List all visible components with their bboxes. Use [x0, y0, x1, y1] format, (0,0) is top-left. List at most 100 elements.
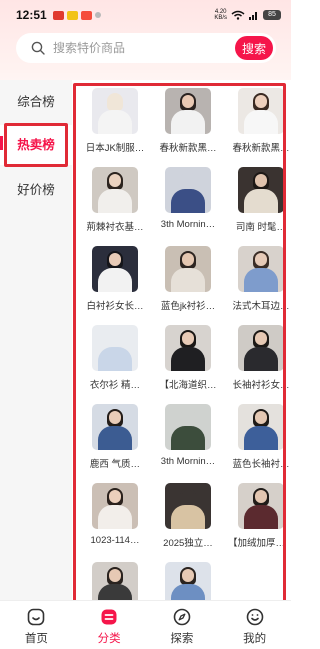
product-item[interactable]: 蓝色长袖衬…: [227, 402, 291, 481]
product-item[interactable]: 【加绒加厚】…: [227, 481, 291, 560]
model-head: [255, 95, 267, 108]
model-head: [109, 253, 121, 266]
product-item[interactable]: 春秋新款黑…: [227, 86, 291, 165]
model-head: [255, 332, 267, 345]
model-shirt: [98, 505, 132, 529]
product-title: 白衬衫女长…: [86, 301, 144, 312]
product-image: [165, 325, 211, 371]
product-title: 衣尔衫 精…: [89, 380, 141, 391]
model-head: [255, 174, 267, 187]
model-shirt: [98, 268, 132, 292]
product-image: [92, 88, 138, 134]
model-shirt: [244, 189, 278, 213]
product-title: 蓝色长袖衬…: [232, 459, 290, 470]
product-item[interactable]: 春秋新款黑…: [154, 86, 222, 165]
product-title: 春秋新款黑…: [232, 143, 290, 154]
product-item[interactable]: 法式木耳边…: [227, 244, 291, 323]
product-item[interactable]: 荊棘衬衣基…: [81, 165, 149, 244]
notification-app-icon: [80, 10, 92, 20]
product-title: 法式木耳边…: [232, 301, 290, 312]
product-item[interactable]: 司南 时髦…: [227, 165, 291, 244]
wifi-icon: [231, 10, 245, 20]
model-head: [109, 411, 121, 424]
active-indicator: [0, 136, 3, 150]
sidebar-item-hot-selling[interactable]: 热卖榜: [0, 125, 72, 165]
product-item[interactable]: 长袖衬衫女…: [227, 323, 291, 402]
home-icon: [28, 608, 45, 626]
product-image: [238, 325, 284, 371]
search-bar[interactable]: 搜索: [16, 33, 276, 63]
product-title: 司南 时髦…: [235, 222, 287, 233]
tab-home[interactable]: 首页: [0, 601, 73, 649]
product-image: [92, 404, 138, 450]
model-head: [109, 490, 121, 503]
product-item[interactable]: 衣尔衫 精…: [81, 323, 149, 402]
model-shirt: [244, 268, 278, 292]
search-button[interactable]: 搜索: [235, 36, 273, 60]
product-item[interactable]: 2025独立…: [154, 481, 222, 560]
model-shirt: [171, 505, 205, 529]
product-grid: 日本JK制服… 春秋新款黑… 春秋新款黑… 荊棘衬衣基… 3th Mornin… 司南 时…: [81, 86, 291, 600]
product-item[interactable]: [154, 560, 222, 600]
category-icon: [101, 609, 117, 625]
model-shirt: [171, 268, 205, 292]
product-item[interactable]: 3th Mornin…: [154, 402, 222, 481]
product-item[interactable]: 鹿西 气质…: [81, 402, 149, 481]
model-head: [255, 411, 267, 424]
model-head: [255, 253, 267, 266]
product-image: [238, 246, 284, 292]
product-image: [92, 167, 138, 213]
product-item[interactable]: 蓝色jk衬衫…: [154, 244, 222, 323]
product-title: 鹿西 气质…: [89, 459, 141, 470]
product-item[interactable]: [81, 560, 149, 600]
product-image: [165, 246, 211, 292]
compass-icon: [173, 608, 191, 626]
notification-app-icon: [66, 10, 78, 20]
status-time: 12:51: [16, 8, 47, 22]
product-title: 【加绒加厚】…: [228, 538, 291, 549]
model-head: [255, 490, 267, 503]
product-item[interactable]: 日本JK制服…: [81, 86, 149, 165]
model-head: [182, 174, 194, 187]
model-shirt: [98, 426, 132, 450]
product-image: [238, 88, 284, 134]
signal-icon: [249, 12, 257, 20]
model-shirt: [244, 505, 278, 529]
product-list[interactable]: 日本JK制服… 春秋新款黑… 春秋新款黑… 荊棘衬衣基… 3th Mornin… 司南 时…: [72, 80, 291, 600]
product-image: [165, 483, 211, 529]
model-shirt: [244, 110, 278, 134]
model-shirt: [98, 189, 132, 213]
model-shirt: [244, 347, 278, 371]
product-title: 【北海道织…: [159, 380, 217, 391]
sidebar-item-best-price[interactable]: 好价榜: [0, 170, 72, 210]
tab-label: 探索: [170, 633, 194, 645]
product-title: 日本JK制服…: [85, 143, 145, 154]
model-shirt: [171, 426, 205, 450]
product-title: 3th Mornin…: [160, 219, 216, 230]
model-head: [182, 411, 194, 424]
product-image: [92, 483, 138, 529]
product-image: [92, 562, 138, 600]
product-title: 荊棘衬衣基…: [86, 222, 144, 233]
bottom-tab-bar: 首页 分类 探索 我的: [0, 600, 291, 649]
product-item[interactable]: 【北海道织…: [154, 323, 222, 402]
search-input[interactable]: [53, 41, 223, 55]
product-image: [165, 167, 211, 213]
tab-label: 分类: [97, 633, 121, 645]
tab-profile[interactable]: 我的: [218, 601, 291, 649]
model-head: [182, 253, 194, 266]
product-item[interactable]: 1023-114…: [81, 481, 149, 560]
more-notifications-icon: [94, 12, 101, 18]
net-speed: 4.20 KB/s: [214, 9, 227, 21]
product-image: [238, 167, 284, 213]
product-title: 2025独立…: [163, 538, 213, 549]
tab-category[interactable]: 分类: [73, 601, 146, 649]
product-image: [92, 246, 138, 292]
product-item[interactable]: 白衬衫女长…: [81, 244, 149, 323]
tab-explore[interactable]: 探索: [146, 601, 219, 649]
sidebar-item-comprehensive[interactable]: 综合榜: [0, 82, 72, 122]
product-item[interactable]: 3th Mornin…: [154, 165, 222, 244]
model-shirt: [98, 110, 132, 134]
model-head: [182, 569, 194, 582]
tab-label: 首页: [24, 633, 48, 645]
